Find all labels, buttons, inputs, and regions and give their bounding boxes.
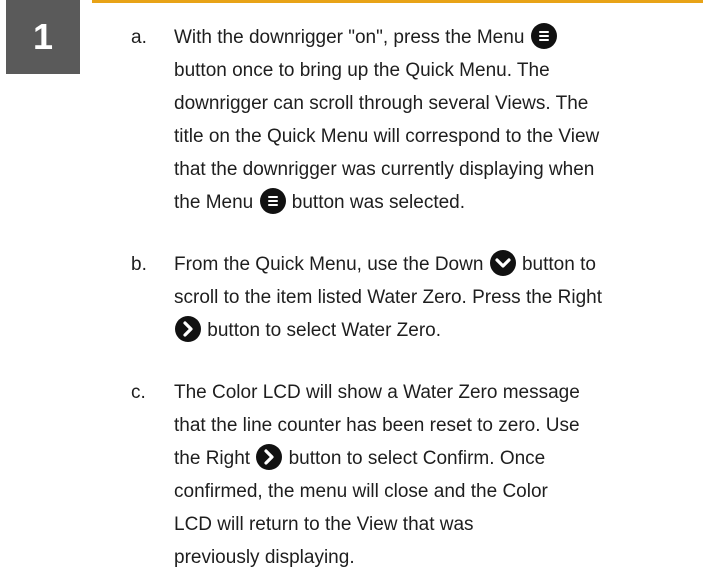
menu-icon bbox=[530, 23, 557, 49]
item-text: From the Quick Menu, use the Down button… bbox=[174, 248, 703, 347]
item-marker: c. bbox=[131, 382, 146, 403]
chevron-right-icon bbox=[175, 316, 201, 342]
chevron-down-icon bbox=[489, 250, 516, 276]
item-text: The Color LCD will show a Water Zero mes… bbox=[174, 382, 580, 568]
item-marker: b. bbox=[131, 254, 147, 275]
step-number-badge: 1 bbox=[6, 0, 80, 74]
menu-icon bbox=[259, 188, 286, 214]
item-text: With the downrigger "on", press the Menu… bbox=[174, 21, 703, 219]
chevron-right-icon bbox=[256, 444, 283, 470]
top-accent-rule bbox=[92, 0, 703, 3]
item-marker: a. bbox=[131, 27, 147, 48]
